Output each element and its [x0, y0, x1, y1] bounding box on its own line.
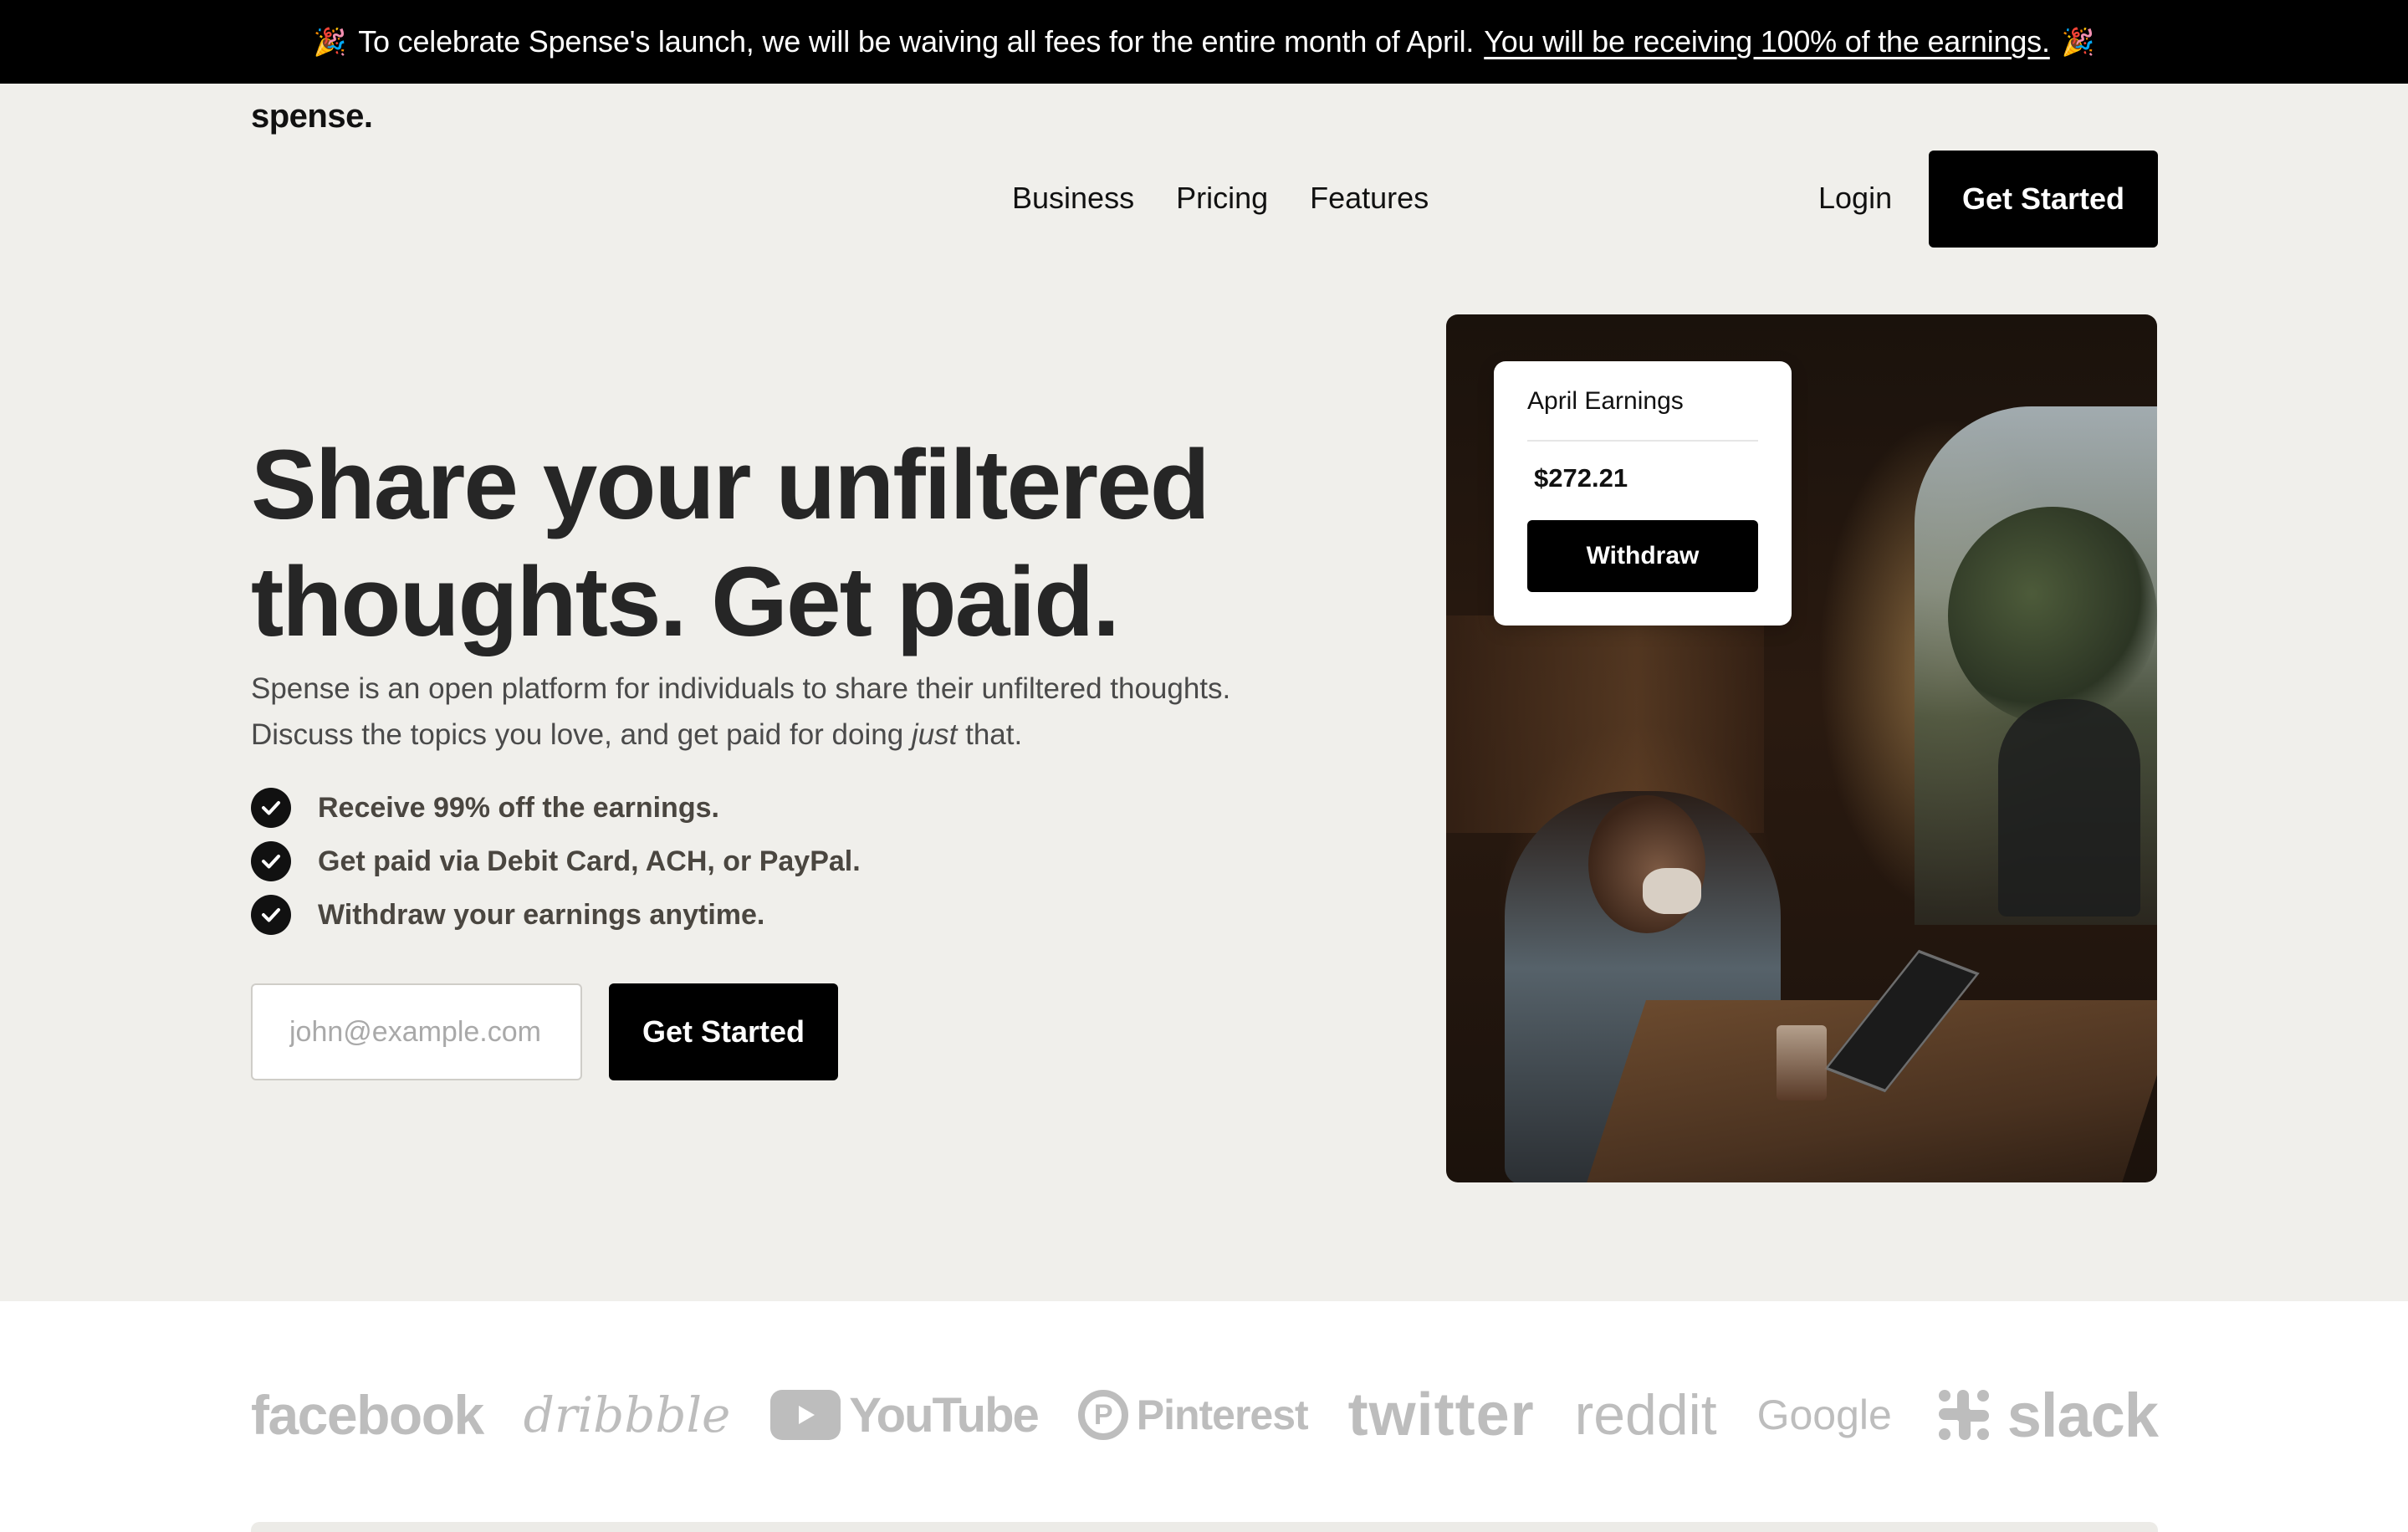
brand-logo[interactable]: spense.: [251, 98, 373, 135]
next-section-edge: [251, 1522, 2158, 1532]
hero-title: Share your unfiltered thoughts. Get paid…: [251, 426, 1338, 661]
announcement-link[interactable]: You will be receiving 100% of the earnin…: [1484, 24, 2050, 59]
email-input[interactable]: [251, 983, 582, 1080]
photo-background-person: [1998, 699, 2140, 917]
photo-face-mask: [1643, 868, 1701, 914]
feature-item: Withdraw your earnings anytime.: [251, 888, 861, 942]
pinterest-icon: P: [1077, 1390, 1128, 1440]
hero-subtitle-emphasis: just: [911, 718, 958, 751]
play-icon: [770, 1390, 841, 1440]
feature-item: Receive 99% off the earnings.: [251, 781, 861, 835]
youtube-logo: YouTube: [770, 1387, 1040, 1443]
party-popper-icon: 🎉: [2061, 27, 2095, 57]
dribbble-logo: dribbble: [523, 1386, 731, 1443]
get-started-button-hero[interactable]: Get Started: [609, 983, 838, 1080]
hero-subtitle-line1: Spense is an open platform for individua…: [251, 672, 1231, 705]
hero-subtitle: Spense is an open platform for individua…: [251, 666, 1255, 758]
twitter-logo: twitter: [1347, 1381, 1535, 1448]
feature-text: Get paid via Debit Card, ACH, or PayPal.: [318, 845, 861, 877]
pinterest-logo: P Pinterest: [1077, 1390, 1309, 1440]
pinterest-wordmark: Pinterest: [1136, 1392, 1309, 1438]
photo-person-head: [1588, 795, 1705, 933]
hero-title-line1: Share your unfiltered: [251, 430, 1210, 540]
feature-item: Get paid via Debit Card, ACH, or PayPal.: [251, 835, 861, 888]
announcement-bar: 🎉 To celebrate Spense's launch, we will …: [0, 0, 2408, 84]
check-circle-icon: [251, 895, 291, 935]
slack-wordmark: slack: [2007, 1380, 2159, 1450]
withdraw-button[interactable]: Withdraw: [1527, 520, 1758, 592]
partner-logos: facebook dribbble YouTube P Pinterest tw…: [0, 1301, 2408, 1532]
main-nav: Business Pricing Features: [1012, 181, 1429, 216]
slack-icon: [1938, 1390, 1989, 1440]
check-circle-icon: [251, 841, 291, 881]
photo-tree: [1948, 507, 2157, 724]
facebook-logo: facebook: [251, 1384, 484, 1446]
announcement-text: To celebrate Spense's launch, we will be…: [358, 24, 1475, 59]
hero-title-line2: thoughts. Get paid.: [251, 547, 1120, 657]
feature-text: Receive 99% off the earnings.: [318, 791, 719, 824]
feature-text: Withdraw your earnings anytime.: [318, 898, 765, 931]
nav-business[interactable]: Business: [1012, 181, 1134, 216]
hero-subtitle-line2a: Discuss the topics you love, and get pai…: [251, 718, 912, 751]
feature-list: Receive 99% off the earnings. Get paid v…: [251, 781, 861, 942]
logo-row: facebook dribbble YouTube P Pinterest tw…: [251, 1373, 2159, 1457]
google-logo: Google: [1756, 1392, 1892, 1438]
slack-logo: slack: [1932, 1380, 2159, 1451]
earnings-label: April Earnings: [1527, 361, 1758, 442]
nav-features[interactable]: Features: [1310, 181, 1429, 216]
party-popper-icon: 🎉: [313, 27, 347, 57]
login-link[interactable]: Login: [1818, 181, 1892, 216]
nav-pricing[interactable]: Pricing: [1176, 181, 1268, 216]
photo-cup: [1777, 1025, 1827, 1100]
youtube-wordmark: YouTube: [849, 1387, 1039, 1443]
get-started-button-header[interactable]: Get Started: [1929, 151, 2158, 248]
earnings-card: April Earnings $272.21 Withdraw: [1494, 361, 1792, 626]
earnings-amount: $272.21: [1534, 463, 1628, 493]
check-circle-icon: [251, 788, 291, 828]
hero-subtitle-line2b: that.: [957, 718, 1023, 751]
reddit-logo: reddit: [1574, 1383, 1717, 1447]
